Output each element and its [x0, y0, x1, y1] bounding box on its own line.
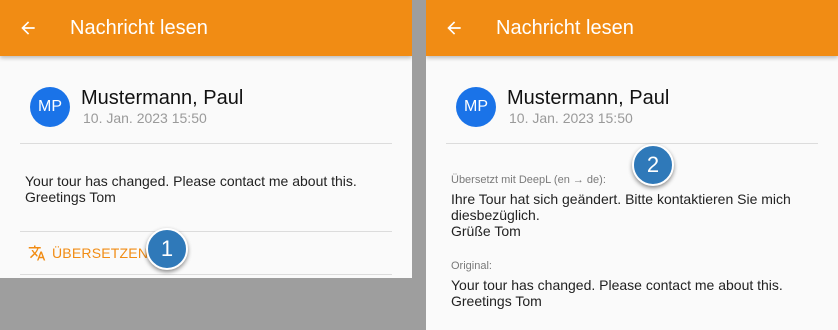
divider — [446, 143, 818, 144]
translate-icon — [28, 245, 46, 261]
page-title: Nachricht lesen — [496, 16, 634, 39]
arrow-left-icon — [21, 21, 35, 35]
original-text: Your tour has changed. Please contact me… — [451, 277, 783, 309]
app-bar: Nachricht lesen — [426, 0, 838, 56]
page-title: Nachricht lesen — [70, 16, 208, 39]
app-bar: Nachricht lesen — [0, 0, 412, 56]
message-date: 10. Jan. 2023 15:50 — [83, 110, 207, 126]
original-caption: Original: — [451, 260, 492, 272]
arrow-left-icon — [447, 21, 461, 35]
back-button[interactable] — [16, 16, 40, 40]
sender-header: MP Mustermann, Paul 10. Jan. 2023 15:50 — [30, 86, 243, 127]
message-date: 10. Jan. 2023 15:50 — [509, 110, 633, 126]
back-button[interactable] — [442, 16, 466, 40]
sender-header: MP Mustermann, Paul 10. Jan. 2023 15:50 — [456, 86, 669, 127]
avatar: MP — [30, 87, 70, 127]
translate-button-label: ÜBERSETZEN — [52, 245, 149, 261]
sender-name: Mustermann, Paul — [81, 87, 244, 109]
screen-before-translation: Nachricht lesen MP Mustermann, Paul 10. … — [0, 0, 412, 278]
step-marker-1: 1 — [146, 228, 188, 270]
translate-button[interactable]: ÜBERSETZEN — [28, 244, 148, 262]
divider — [20, 231, 392, 232]
translated-text: Ihre Tour hat sich geändert. Bitte konta… — [451, 191, 791, 239]
message-text: Your tour has changed. Please contact me… — [25, 173, 357, 205]
avatar: MP — [456, 87, 496, 127]
step-marker-2: 2 — [632, 144, 674, 186]
divider — [20, 274, 392, 275]
sender-name: Mustermann, Paul — [507, 87, 670, 109]
divider — [20, 143, 392, 144]
translation-caption: Übersetzt mit DeepL (en → de): — [451, 174, 606, 186]
